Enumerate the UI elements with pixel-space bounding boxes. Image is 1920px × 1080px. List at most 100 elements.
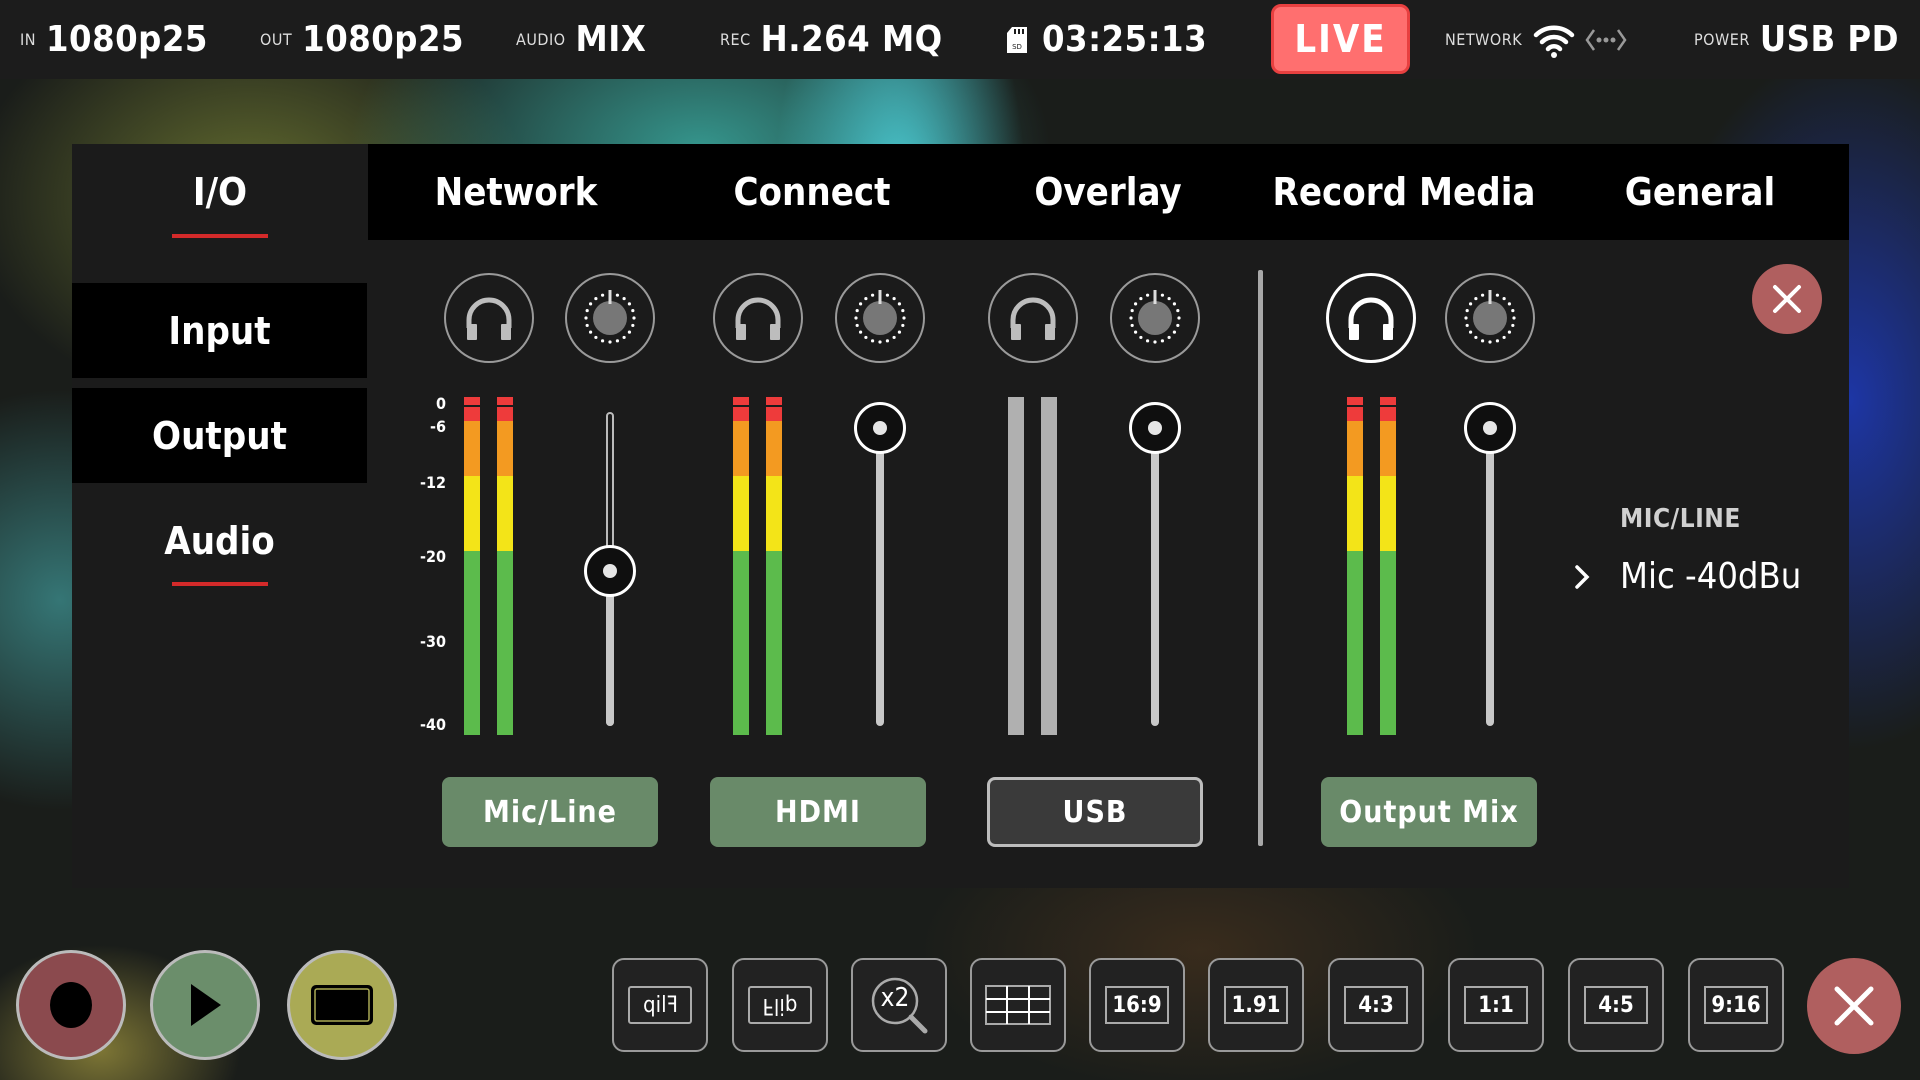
stop-icon [311,985,373,1025]
network-label: NETWORK [1445,30,1523,49]
headphones-icon [735,297,781,340]
level-meter-left-segment [733,476,749,551]
tab-general[interactable]: General [1552,144,1848,240]
gain-knob-hdmi[interactable] [835,273,925,363]
audio-value: MIX [575,19,647,60]
flip-vertical-icon: Flip [748,986,812,1024]
audio-label: AUDIO [516,30,566,49]
scale-label: -40 [419,715,446,734]
chevron-right-icon [1575,564,1590,589]
rec-codec: REC H.264 MQ [720,0,943,79]
fader-handle-usb[interactable] [1129,402,1181,454]
input-value: 1080p25 [46,19,208,60]
flip-vertical-button[interactable]: Flip [732,958,828,1052]
output-value: 1080p25 [302,19,465,60]
level-meter-right-segment [766,476,782,551]
tab-connect-label: Connect [733,170,891,214]
level-meter-left-segment [464,551,480,735]
level-meter-right-segment [766,397,782,405]
headphones-icon [1010,297,1056,340]
scale-label: -30 [419,632,446,651]
aspect-1-91-button[interactable]: 1.91 [1208,958,1304,1052]
fader-track-usb[interactable] [1151,412,1159,726]
status-bar: IN 1080p25 OUT 1080p25 AUDIO MIX REC H.2… [0,0,1920,79]
network-status: NETWORK [1445,0,1628,79]
fader-track-hdmi[interactable] [876,412,884,726]
fader-handle-output-mix[interactable] [1464,402,1516,454]
aspect-9-16-button[interactable]: 9:16 [1688,958,1784,1052]
channel-divider [1258,270,1263,846]
input-format: IN 1080p25 [20,0,208,79]
level-meter-left-segment [1347,407,1363,421]
level-meter-right [1041,397,1057,735]
fader-handle-hdmi[interactable] [854,402,906,454]
output-format: OUT 1080p25 [260,0,464,79]
level-meter-right-segment [1380,551,1396,735]
gain-knob-usb[interactable] [1110,273,1200,363]
tab-overlay[interactable]: Overlay [960,144,1256,240]
fader-track-output-mix[interactable] [1486,412,1494,726]
monitor-button-output-mix[interactable] [1326,273,1416,363]
tab-connect[interactable]: Connect [664,144,960,240]
rec-label: REC [720,30,751,49]
aspect-frame-icon: 1.91 [1224,986,1288,1024]
tab-record-media[interactable]: Record Media [1256,144,1552,240]
fader-handle-mic-line[interactable] [584,545,636,598]
aspect-4-3-button[interactable]: 4:3 [1328,958,1424,1052]
scale-label: -12 [419,473,446,492]
level-meter-right-segment [766,421,782,476]
flip-horizontal-button[interactable]: Flip [612,958,708,1052]
tool-label: 16:9 [1112,992,1162,1018]
level-meter-left-segment [733,551,749,735]
source-button-output-mix[interactable]: Output Mix [1321,777,1537,847]
aspect-frame-icon: 9:16 [1704,986,1768,1024]
tool-label: 9:16 [1711,992,1761,1018]
tab-general-label: General [1624,170,1776,214]
source-button-label: Output Mix [1339,794,1519,830]
source-button-mic-line[interactable]: Mic/Line [442,777,658,847]
monitor-button-usb[interactable] [988,273,1078,363]
zoom-button[interactable]: x2 [851,958,947,1052]
sidebar-item-input[interactable]: Input [72,283,367,378]
level-meter-left-segment [464,397,480,405]
live-badge[interactable]: LIVE [1271,4,1410,74]
sidebar-audio-underline [172,582,268,586]
close-icon [1834,986,1874,1026]
monitor-button-hdmi[interactable] [713,273,803,363]
gain-knob-mic-line[interactable] [565,273,655,363]
tab-io[interactable]: I/O [72,144,368,240]
headphones-icon [466,297,512,340]
monitor-button-mic-line[interactable] [444,273,534,363]
rec-value: H.264 MQ [760,19,943,60]
tool-label: x2 [880,983,910,1013]
scale-label: -20 [419,547,446,566]
stop-button[interactable] [287,950,397,1060]
source-button-usb[interactable]: USB [987,777,1203,847]
play-button[interactable] [150,950,260,1060]
sidebar-item-output[interactable]: Output [72,388,367,483]
aspect-4-5-button[interactable]: 4:5 [1568,958,1664,1052]
knob-icon [854,290,906,344]
mic-level-selector[interactable]: Mic -40dBu [1572,556,1801,597]
tool-label: 1:1 [1478,992,1514,1018]
close-menu-button[interactable] [1807,958,1901,1054]
sidebar-item-output-label: Output [152,413,287,458]
tab-network-label: Network [434,170,598,214]
source-button-hdmi[interactable]: HDMI [710,777,926,847]
grid-button[interactable] [970,958,1066,1052]
source-button-label: Mic/Line [483,794,617,830]
aspect-16-9-button[interactable]: 16:9 [1089,958,1185,1052]
level-meter-right-segment [1380,421,1396,476]
panel-close-button[interactable] [1752,264,1822,334]
ethernet-icon [1585,28,1627,51]
gain-knob-output-mix[interactable] [1445,273,1535,363]
sidebar-item-audio[interactable]: Audio [72,493,367,588]
tab-record-media-label: Record Media [1272,170,1536,214]
scale-label: 0 [435,394,446,413]
record-button[interactable] [16,950,126,1060]
aspect-1-1-button[interactable]: 1:1 [1448,958,1544,1052]
level-meter-left-segment [1347,397,1363,405]
tab-network[interactable]: Network [368,144,664,240]
level-meter-left-segment [733,407,749,421]
level-meter-right-segment [497,551,513,735]
